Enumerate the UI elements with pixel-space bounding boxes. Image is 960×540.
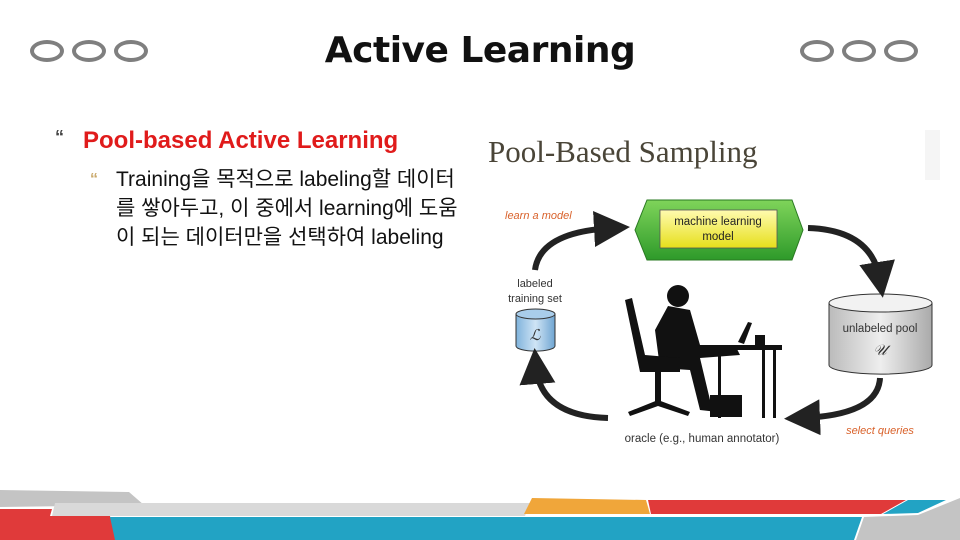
footer-band — [52, 503, 530, 516]
footer-band — [524, 498, 650, 514]
footer-band — [648, 500, 906, 514]
footer-band — [110, 517, 862, 540]
footer-decoration — [0, 490, 960, 540]
